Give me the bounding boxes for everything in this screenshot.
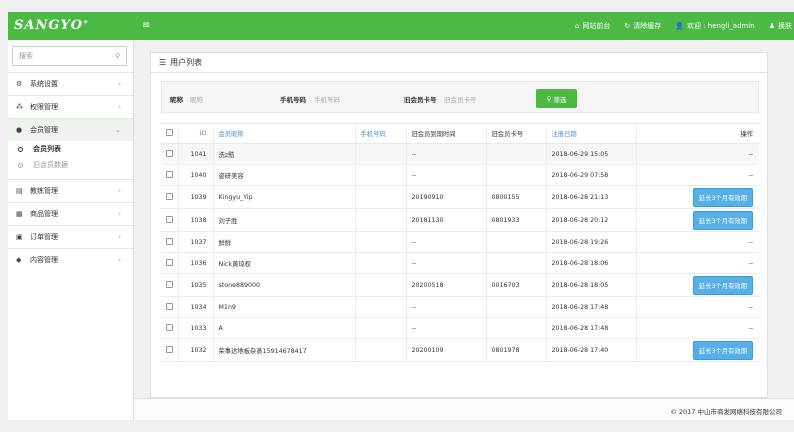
extend-validity-button[interactable]: 延长3个月有效期 [692,187,753,207]
col-phone[interactable]: 手机号码 [355,123,407,144]
chevron-right-icon: › [118,256,121,264]
chevron-right-icon: › [118,103,121,111]
chevron-down-icon: ⌄ [115,126,121,134]
extend-validity-button[interactable]: 延长3个月有效期 [692,340,753,360]
circle-icon [18,162,23,168]
switch-skin-link[interactable]: ♟ 换肤 [769,21,792,31]
row-checkbox[interactable] [161,252,179,274]
col-date[interactable]: 注册日期 [546,123,637,144]
table-row: 1032 荣事达地板杂蒸15914678417 20200109 0801978… [161,338,759,362]
table-row: 1039 Kingyu_Yip 20190910 0800155 2018-06… [161,185,759,209]
chevron-right-icon: › [118,80,121,88]
user-table: ID 会员昵称 手机号码 旧会员到期时间 旧会员卡号 注册日期 操作 1041 … [161,123,759,362]
extend-validity-button[interactable]: 延长3个月有效期 [692,275,753,295]
refresh-icon: ↻ [624,22,631,30]
circle-icon [18,146,23,152]
search-input[interactable]: 搜索 [19,51,33,61]
search-icon: ⚲ [546,94,554,103]
chevron-right-icon: › [118,187,121,195]
table-row: 1038 刘子胜 20181130 0801933 2018-06-28 20:… [161,208,759,232]
row-checkbox[interactable] [161,296,179,318]
copyright-text: © 2017 中山市商发网络科技有限公司 [670,408,782,416]
sidebar-search[interactable]: 搜索 ⚲ [12,46,127,66]
user-list-panel: ☰ 用户列表 昵称 昵称 手机号码 手机号码 旧会员卡号 旧会员卡号 ⚲ 筛选 I… [150,52,768,398]
card-input[interactable]: 旧会员卡号 [444,94,477,104]
chevron-right-icon: › [118,210,121,218]
sidebar-item-goods[interactable]: ▦ 商品管理 › [8,202,133,225]
sidebar: 搜索 ⚲ ⚙ 系统设置 › ⁂ 权限管理 › ● 会员管理 ⌄ 会员列表 旧会员数据 ▤ 教练… [8,40,134,420]
order-icon: ▣ [16,233,23,241]
goods-icon: ▦ [16,210,23,218]
footer: © 2017 中山市商发网络科技有限公司 [134,398,794,420]
col-nick[interactable]: 会员昵称 [213,123,356,144]
search-icon[interactable]: ⚲ [115,52,120,60]
table-row: 1037 鲜鲜 -- 2018-06-28 19:26 -- [161,231,759,253]
sidebar-item-coach[interactable]: ▤ 教练管理 › [8,179,133,202]
filter-bar: 昵称 昵称 手机号码 手机号码 旧会员卡号 旧会员卡号 ⚲ 筛选 [161,81,759,113]
home-icon: ⌂ [574,22,580,30]
row-checkbox[interactable] [161,185,179,209]
row-checkbox[interactable] [161,208,179,232]
site-front-link[interactable]: ⌂ 网站前台 [575,21,610,31]
hamburger-icon[interactable]: ≡ [142,20,150,31]
row-checkbox[interactable] [161,164,179,186]
phone-label: 手机号码 [280,96,306,104]
top-navbar: SANGYO® ≡ ⌂ 网站前台 ↻ 清除缓存 👤 欢迎 : hengli_admin… [8,12,794,40]
chevron-right-icon: › [118,233,121,241]
list-icon: ☰ [159,58,167,67]
sidebar-item-permission[interactable]: ⁂ 权限管理 › [8,95,133,118]
sidebar-item-content[interactable]: ◆ 内容管理 › [8,248,133,271]
table-row: 1035 stone889000 20200518 0016703 2018-0… [161,273,759,297]
person-icon: ♟ [768,22,775,30]
row-checkbox[interactable] [161,338,179,362]
sidebar-item-members[interactable]: ● 会员管理 ⌄ [8,118,133,141]
sidebar-subitem-old-members[interactable]: 旧会员数据 [8,157,133,173]
coach-icon: ▤ [16,187,23,195]
sidebar-subitem-member-list[interactable]: 会员列表 [8,141,133,157]
select-all-checkbox[interactable] [161,123,179,144]
table-row: 1041 洗z黠 -- 2018-06-29 15:05 -- [161,143,759,165]
user-icon: ● [16,126,23,134]
nick-label: 昵称 [170,96,183,104]
col-card: 旧会员卡号 [486,123,547,144]
table-row: 1033 A -- 2018-06-28 17:48 -- [161,317,759,339]
col-ops: 操作 [636,123,759,144]
sitemap-icon: ⁂ [16,103,23,111]
extend-validity-button[interactable]: 延长3个月有效期 [692,210,753,230]
panel-title: ☰ 用户列表 [151,53,767,73]
nick-input[interactable]: 昵称 [190,94,203,104]
sidebar-item-orders[interactable]: ▣ 订单管理 › [8,225,133,248]
table-row: 1040 姿研美容 -- 2018-06-29 07:58 -- [161,164,759,186]
table-row: 1036 Nick黄琼权 -- 2018-06-28 18:06 -- [161,252,759,274]
comment-icon: ◆ [16,256,22,264]
col-expire: 旧会员到期时间 [406,123,487,144]
clear-cache-link[interactable]: ↻ 清除缓存 [624,21,661,31]
sidebar-item-system[interactable]: ⚙ 系统设置 › [8,72,133,95]
table-row: 1034 M1n9 -- 2018-06-28 17:48 -- [161,296,759,318]
row-checkbox[interactable] [161,143,179,165]
col-id[interactable]: ID [178,123,214,144]
user-menu[interactable]: 👤 欢迎 : hengli_admin [675,21,754,31]
filter-button[interactable]: ⚲ 筛选 [536,89,577,108]
logo[interactable]: SANGYO® [14,18,89,33]
gear-icon: ⚙ [16,80,23,88]
card-label: 旧会员卡号 [404,96,437,104]
row-checkbox[interactable] [161,231,179,253]
row-checkbox[interactable] [161,317,179,339]
phone-input[interactable]: 手机号码 [314,94,340,104]
row-checkbox[interactable] [161,273,179,297]
user-icon: 👤 [675,22,684,30]
